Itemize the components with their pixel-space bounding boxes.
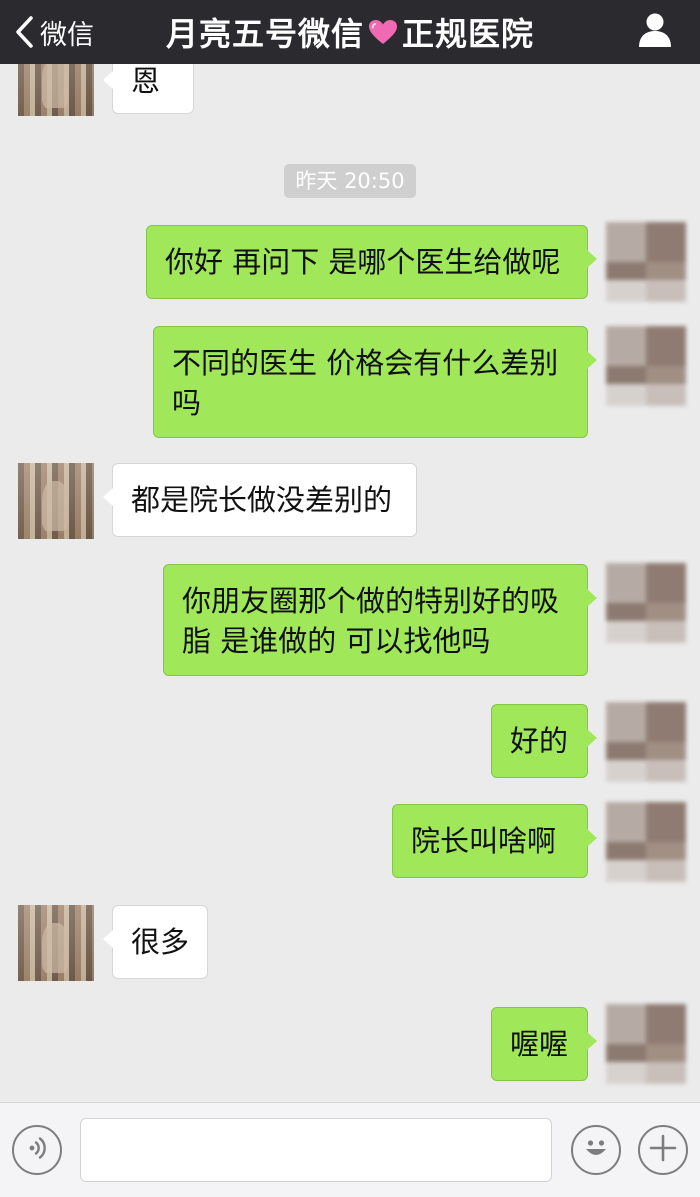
message-bubble-outgoing[interactable]: 你朋友圈那个做的特别好的吸 脂 是谁做的 可以找他吗 [163,564,597,676]
message-text: 你好 再问下 是哪个医生给做呢 [165,245,561,279]
message-bubble-outgoing[interactable]: 喔喔 [491,1007,597,1081]
message-text: 都是院长做没差别的 [131,483,393,517]
my-avatar[interactable] [606,702,686,782]
timestamp-badge: 昨天 20:50 [284,164,416,198]
chevron-left-icon [14,15,34,49]
contact-avatar[interactable] [18,905,94,981]
contact-avatar[interactable] [18,463,94,539]
message-text: 院长叫啥啊 [411,824,557,858]
message-bubble-incoming[interactable]: 很多 [103,905,208,979]
plus-icon [648,1133,678,1167]
message-bubble-incoming[interactable]: 都是院长做没差别的 [103,463,417,537]
message-text: 喔喔 [510,1027,569,1061]
chat-title-prefix: 月亮五号微信 [165,15,364,53]
message-input[interactable] [80,1118,552,1182]
chat-area[interactable]: 恩 昨天 20:50 你好 再问下 是哪个医生给做呢 不同的医生 价格会有什么差… [0,64,700,1102]
title-bar: 微信 月亮五号微信 正规医院 [0,0,700,64]
profile-button[interactable] [638,12,672,52]
message-text-line-2: 吗 [172,386,202,420]
more-button[interactable] [638,1125,688,1175]
heart-icon [368,19,398,45]
message-text-line-1: 你朋友圈那个做的特别好的吸 [182,584,560,618]
message-bubble-incoming[interactable]: 恩 [103,64,194,114]
message-text-line-1: 不同的医生 价格会有什么差别 [172,346,559,380]
message-text-line-2: 脂 是谁做的 可以找他吗 [182,624,491,658]
emoji-button[interactable] [571,1125,621,1175]
voice-button[interactable] [12,1125,62,1175]
chat-title: 月亮五号微信 正规医院 [0,0,700,64]
message-text: 很多 [131,925,190,959]
voice-icon [24,1135,50,1165]
contact-avatar[interactable] [18,64,94,116]
back-button[interactable]: 微信 [14,0,94,64]
my-avatar[interactable] [606,1004,686,1084]
chat-title-suffix: 正规医院 [402,15,535,53]
my-avatar[interactable] [606,802,686,882]
message-bubble-outgoing[interactable]: 院长叫啥啊 [392,804,597,878]
message-bubble-outgoing[interactable]: 好的 [491,704,597,778]
back-label: 微信 [40,19,94,51]
my-avatar[interactable] [606,222,686,302]
my-avatar[interactable] [606,563,686,643]
message-text: 恩 [131,64,161,98]
message-bubble-outgoing[interactable]: 不同的医生 价格会有什么差别 吗 [153,326,597,438]
message-text: 好的 [510,724,569,758]
input-toolbar [0,1102,700,1197]
message-bubble-outgoing[interactable]: 你好 再问下 是哪个医生给做呢 [146,225,597,299]
person-icon [638,13,672,52]
emoji-icon [579,1131,613,1169]
my-avatar[interactable] [606,326,686,406]
